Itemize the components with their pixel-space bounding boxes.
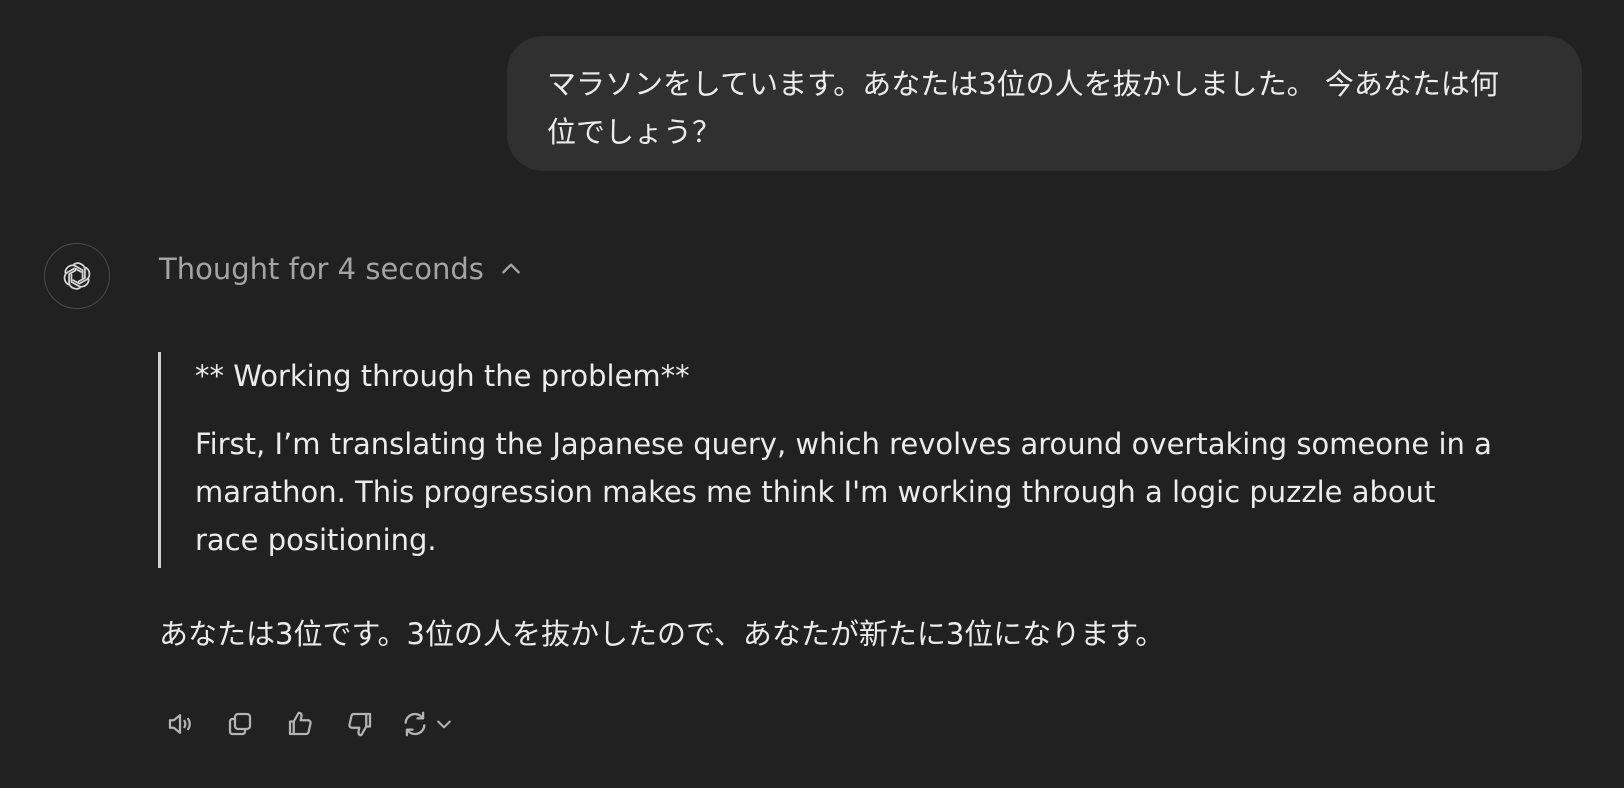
chevron-down-icon [437,720,451,729]
chat-page: マラソンをしています。あなたは3位の人を抜かしました。 今あなたは何 位でしょう… [0,0,1624,788]
reasoning-block: ** Working through the problem** First, … [158,352,1498,568]
thumbs-down-button[interactable] [340,704,380,744]
regenerate-button[interactable] [400,704,470,744]
reasoning-heading: ** Working through the problem** [195,359,690,393]
message-actions [160,704,490,744]
thought-label: Thought for 4 seconds [159,252,484,286]
assistant-avatar [44,243,110,309]
user-message-bubble: マラソンをしています。あなたは3位の人を抜かしました。 今あなたは何 位でしょう… [507,36,1582,171]
reasoning-body: First, I’m translating the Japanese quer… [195,427,1492,557]
thought-toggle-button[interactable]: Thought for 4 seconds [159,249,524,289]
assistant-answer: あなたは3位です。3位の人を抜かしたので、あなたが新たに3位になります。 [159,617,1165,651]
copy-button[interactable] [220,704,260,744]
chevron-up-icon [498,256,524,282]
openai-logo-icon [63,262,91,290]
read-aloud-button[interactable] [160,704,200,744]
refresh-icon [404,711,426,737]
thumbs-up-button[interactable] [280,704,320,744]
speaker-icon [168,714,191,734]
user-message-line-2: 位でしょう？ [547,115,722,149]
copy-icon [228,712,252,736]
thumbs-up-icon [288,711,312,736]
user-message-line-1: マラソンをしています。あなたは3位の人を抜かしました。 今あなたは何 [547,67,1499,101]
thumbs-down-icon [348,712,372,737]
